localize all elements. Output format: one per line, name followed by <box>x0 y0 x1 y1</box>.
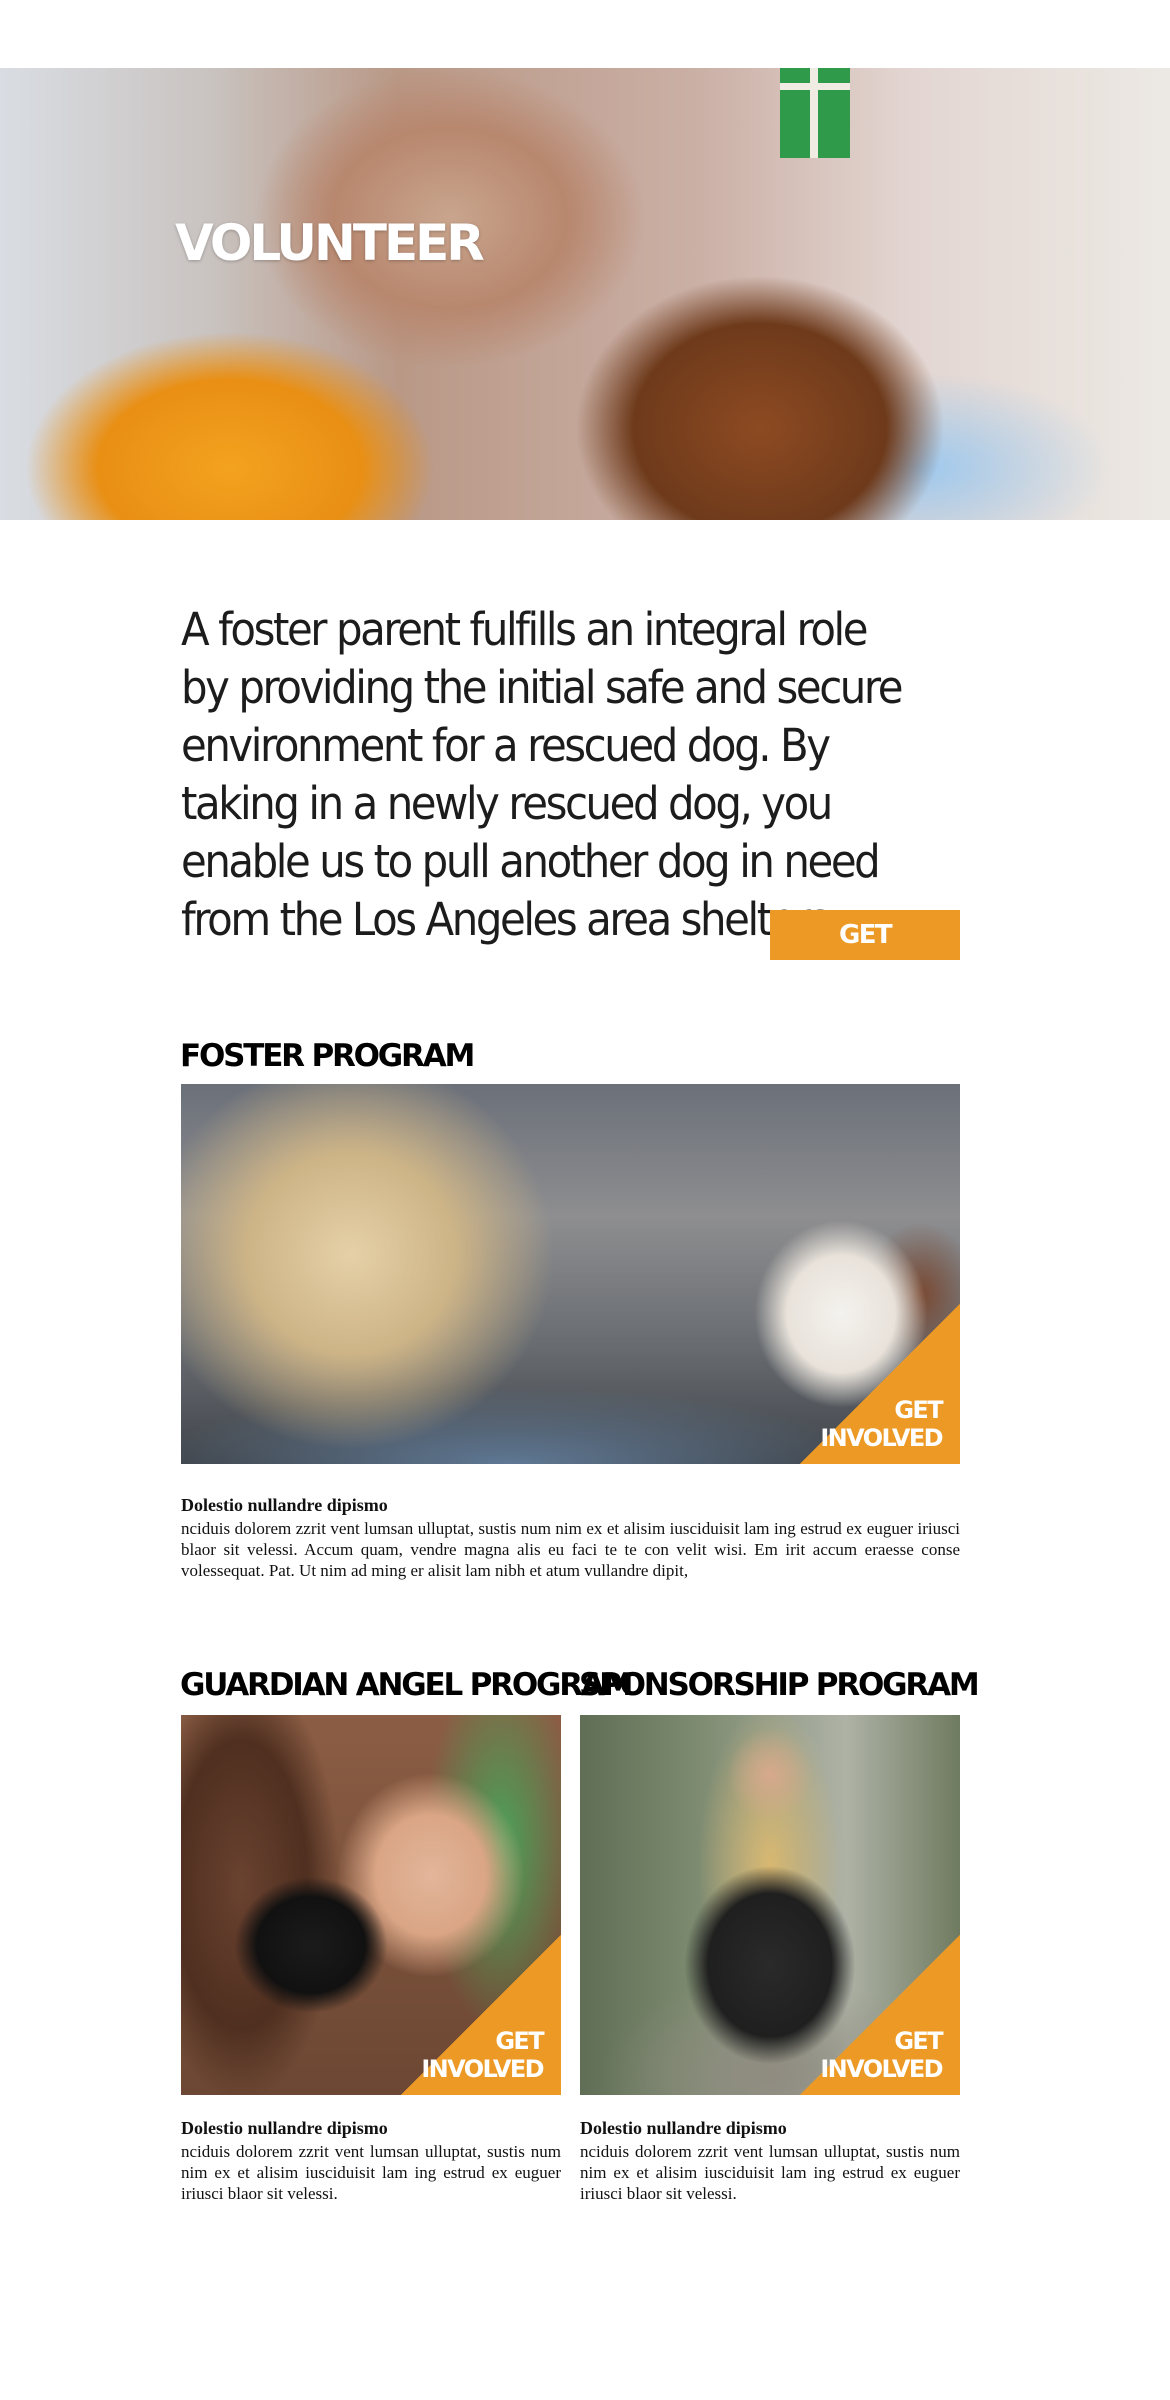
sponsorship-card-text: nciduis dolorem zzrit vent lumsan ullupt… <box>580 2142 960 2203</box>
foster-card-title: Dolestio nullandre dipismo <box>181 1495 388 1515</box>
guardian-card-text: nciduis dolorem zzrit vent lumsan ullupt… <box>181 2142 561 2203</box>
guardian-card-title: Dolestio nullandre dipismo <box>181 2118 388 2138</box>
sponsorship-program-photo[interactable]: GET INVOLVED <box>580 1715 960 2095</box>
get-involved-button[interactable]: GET INVOLVED <box>770 910 960 1000</box>
guardian-get-involved-label: GET INVOLVED <box>421 2027 544 2083</box>
hero-background-window <box>780 68 850 158</box>
foster-program-heading: FOSTER PROGRAM <box>180 1038 475 1074</box>
foster-get-involved-tag[interactable]: GET INVOLVED <box>800 1304 960 1464</box>
foster-program-photo[interactable]: GET INVOLVED <box>181 1084 960 1464</box>
page-title: VOLUNTEER <box>175 214 485 272</box>
guardian-get-involved-tag[interactable]: GET INVOLVED <box>401 1935 561 2095</box>
sponsorship-get-involved-label: GET INVOLVED <box>820 2027 943 2083</box>
foster-get-involved-label: GET INVOLVED <box>820 1396 943 1452</box>
hero-banner-image: VOLUNTEER <box>0 68 1170 520</box>
guardian-angel-program-heading: GUARDIAN ANGEL PROGRAM <box>180 1667 634 1703</box>
guardian-angel-program-photo[interactable]: GET INVOLVED <box>181 1715 561 2095</box>
sponsorship-card-title: Dolestio nullandre dipismo <box>580 2118 787 2138</box>
foster-card-text: nciduis dolorem zzrit vent lumsan ullupt… <box>181 1519 960 1580</box>
sponsorship-program-heading: SPONSORSHIP PROGRAM <box>579 1667 980 1703</box>
intro-paragraph: A foster parent fulfills an integral rol… <box>181 603 904 946</box>
sponsorship-get-involved-tag[interactable]: GET INVOLVED <box>800 1935 960 2095</box>
